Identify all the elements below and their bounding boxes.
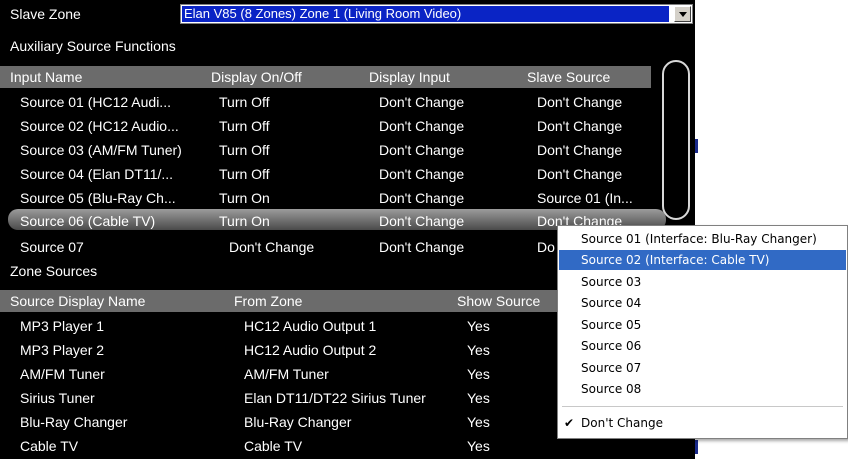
- aux-row-7-slave[interactable]: Do: [537, 237, 555, 257]
- aux-row-4-slave[interactable]: Don't Change: [537, 164, 622, 184]
- aux-row-1-slave[interactable]: Don't Change: [537, 92, 622, 112]
- aux-row-1-input[interactable]: Source 01 (HC12 Audi...: [20, 92, 171, 112]
- zs-row-2-zone[interactable]: HC12 Audio Output 2: [244, 340, 376, 360]
- aux-col-slave-source[interactable]: Slave Source: [527, 66, 610, 88]
- slave-zone-label: Slave Zone: [10, 6, 81, 22]
- edge-marker: [695, 440, 698, 454]
- zs-row-3-name[interactable]: AM/FM Tuner: [20, 364, 105, 384]
- aux-row-5-input-sel[interactable]: Don't Change: [379, 188, 464, 208]
- menu-item-source-03[interactable]: Source 03: [559, 272, 846, 292]
- zs-row-1-show[interactable]: Yes: [467, 316, 490, 336]
- aux-row-6-input-sel[interactable]: Don't Change: [379, 211, 464, 231]
- menu-item-source-02[interactable]: Source 02 (Interface: Cable TV): [559, 250, 846, 270]
- aux-row-7-display[interactable]: Don't Change: [229, 237, 314, 257]
- aux-row-4-input-sel[interactable]: Don't Change: [379, 164, 464, 184]
- chevron-down-icon[interactable]: [674, 6, 691, 22]
- aux-row-3-input[interactable]: Source 03 (AM/FM Tuner): [20, 140, 182, 160]
- aux-section-title: Auxiliary Source Functions: [10, 38, 176, 54]
- zs-row-2-name[interactable]: MP3 Player 2: [20, 340, 104, 360]
- aux-row-1-input-sel[interactable]: Don't Change: [379, 92, 464, 112]
- menu-item-dont-change[interactable]: ✔ Don't Change: [559, 413, 846, 433]
- aux-row-3-input-sel[interactable]: Don't Change: [379, 140, 464, 160]
- aux-row-6-display[interactable]: Turn On: [219, 211, 270, 231]
- menu-item-source-06[interactable]: Source 06: [559, 336, 846, 356]
- edge-marker: [695, 139, 698, 153]
- aux-row-2-display[interactable]: Turn Off: [219, 116, 270, 136]
- zs-col-from-zone[interactable]: From Zone: [234, 290, 302, 312]
- aux-row-2-input[interactable]: Source 02 (HC12 Audio...: [20, 116, 179, 136]
- zs-row-6-show[interactable]: Yes: [467, 436, 490, 456]
- menu-item-dont-change-label: Don't Change: [581, 416, 663, 430]
- aux-row-6-input[interactable]: Source 06 (Cable TV): [20, 211, 155, 231]
- zs-row-2-show[interactable]: Yes: [467, 340, 490, 360]
- aux-row-2-input-sel[interactable]: Don't Change: [379, 116, 464, 136]
- zs-row-1-zone[interactable]: HC12 Audio Output 1: [244, 316, 376, 336]
- aux-row-5-display[interactable]: Turn On: [219, 188, 270, 208]
- aux-row-3-display[interactable]: Turn Off: [219, 140, 270, 160]
- slave-source-popup-menu: Source 01 (Interface: Blu-Ray Changer) S…: [557, 225, 848, 439]
- menu-item-source-08[interactable]: Source 08: [559, 379, 846, 399]
- zs-row-5-zone[interactable]: Blu-Ray Changer: [244, 412, 351, 432]
- aux-row-5-input[interactable]: Source 05 (Blu-Ray Ch...: [20, 188, 176, 208]
- zs-row-6-name[interactable]: Cable TV: [20, 436, 78, 456]
- slave-zone-selected-value: Elan V85 (8 Zones) Zone 1 (Living Room V…: [182, 6, 669, 22]
- aux-row-1-display[interactable]: Turn Off: [219, 92, 270, 112]
- aux-row-5-slave[interactable]: Source 01 (In...: [537, 188, 633, 208]
- aux-row-4-display[interactable]: Turn Off: [219, 164, 270, 184]
- aux-row-7-input-sel[interactable]: Don't Change: [379, 237, 464, 257]
- aux-row-2-slave[interactable]: Don't Change: [537, 116, 622, 136]
- zs-row-5-name[interactable]: Blu-Ray Changer: [20, 412, 127, 432]
- aux-row-7-input[interactable]: Source 07: [20, 237, 84, 257]
- aux-col-input-name[interactable]: Input Name: [10, 66, 82, 88]
- aux-col-display-input[interactable]: Display Input: [369, 66, 450, 88]
- zs-row-6-zone[interactable]: Cable TV: [244, 436, 302, 456]
- zs-row-4-name[interactable]: Sirius Tuner: [20, 388, 95, 408]
- menu-item-source-07[interactable]: Source 07: [559, 358, 846, 378]
- menu-item-source-04[interactable]: Source 04: [559, 293, 846, 313]
- aux-row-4-input[interactable]: Source 04 (Elan DT11/...: [20, 164, 173, 184]
- slave-zone-combobox[interactable]: Elan V85 (8 Zones) Zone 1 (Living Room V…: [180, 4, 693, 24]
- zs-row-4-show[interactable]: Yes: [467, 388, 490, 408]
- zs-row-1-name[interactable]: MP3 Player 1: [20, 316, 104, 336]
- menu-item-source-01[interactable]: Source 01 (Interface: Blu-Ray Changer): [559, 229, 846, 249]
- zs-row-4-zone[interactable]: Elan DT11/DT22 Sirius Tuner: [244, 388, 426, 408]
- zs-col-source-display-name[interactable]: Source Display Name: [10, 290, 145, 312]
- aux-scrollbar[interactable]: [662, 60, 690, 220]
- menu-item-source-05[interactable]: Source 05: [559, 315, 846, 335]
- zs-row-3-show[interactable]: Yes: [467, 364, 490, 384]
- aux-col-display-onoff[interactable]: Display On/Off: [211, 66, 302, 88]
- zone-sources-title: Zone Sources: [10, 263, 98, 279]
- zs-col-show-source[interactable]: Show Source: [457, 290, 540, 312]
- aux-row-3-slave[interactable]: Don't Change: [537, 140, 622, 160]
- menu-separator: [562, 406, 843, 407]
- zs-row-5-show[interactable]: Yes: [467, 412, 490, 432]
- zs-row-3-zone[interactable]: AM/FM Tuner: [244, 364, 329, 384]
- checkmark-icon: ✔: [564, 416, 575, 430]
